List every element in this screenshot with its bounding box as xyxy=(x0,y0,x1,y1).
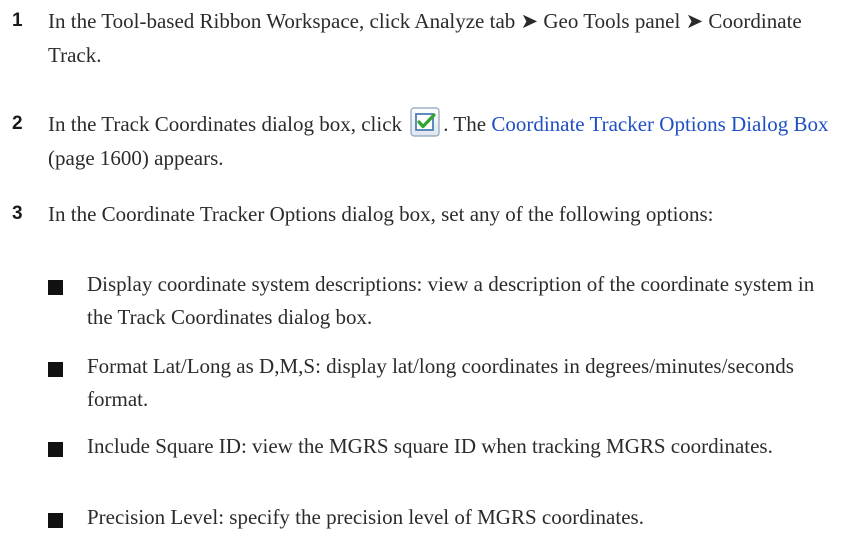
step-number: 3 xyxy=(12,203,23,224)
list-item-text: Format Lat/Long as D,M,S: display lat/lo… xyxy=(87,354,794,411)
bullet-square-icon xyxy=(48,513,63,528)
list-item-text: Include Square ID: view the MGRS square … xyxy=(87,434,773,458)
list-item-text: Precision Level: specify the precision l… xyxy=(87,505,644,529)
step-text: In the Coordinate Tracker Options dialog… xyxy=(48,202,714,226)
bullet-square-icon xyxy=(48,442,63,457)
dialog-box-link[interactable]: Coordinate Tracker Options Dialog Box xyxy=(491,112,828,136)
list-item-text: Display coordinate system descriptions: … xyxy=(87,272,815,329)
step-text-after-icon: . The xyxy=(443,112,487,136)
step-number: 1 xyxy=(12,10,23,31)
step-number: 2 xyxy=(12,113,23,134)
step-text-end: (page 1600) appears. xyxy=(48,146,224,170)
bullet-square-icon xyxy=(48,362,63,377)
options-checkbox-icon xyxy=(410,107,440,137)
step-text-before-icon: In the Track Coordinates dialog box, cli… xyxy=(48,112,403,136)
step-text: In the Tool-based Ribbon Workspace, clic… xyxy=(48,9,802,67)
document-page: 1 In the Tool-based Ribbon Workspace, cl… xyxy=(0,0,855,537)
step-text: In the Track Coordinates dialog box, cli… xyxy=(48,107,838,175)
bullet-square-icon xyxy=(48,280,63,295)
